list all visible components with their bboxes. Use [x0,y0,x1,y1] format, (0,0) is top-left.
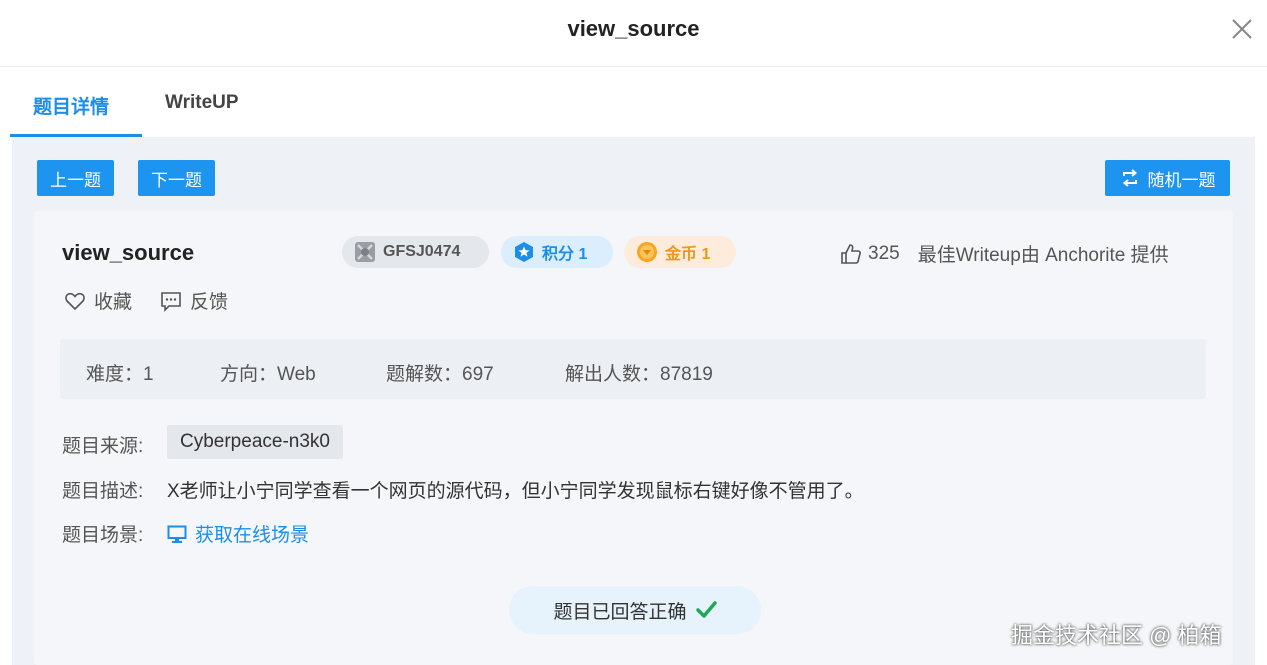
source-label: 题目来源: [62,436,144,457]
random-button-label: 随机一题 [1147,170,1216,190]
stat-difficulty: 难度：1 [86,364,154,385]
score-badge: 积分 1 [501,236,613,268]
modal-title: view_source [567,16,700,41]
heart-icon [65,292,85,310]
id-badge-icon [354,241,376,263]
challenge-id-badge: GFSJ0474 [342,236,489,268]
stat-direction: 方向：Web [220,364,316,385]
description-text: X老师让小宁同学查看一个网页的源代码，但小宁同学发现鼠标右键好像不管用了。 [167,481,864,502]
favorite-label: 收藏 [94,292,133,313]
feedback-button[interactable]: 反馈 [160,287,228,314]
star-badge-icon [513,241,535,263]
coin-badge: 金币 1 [624,236,736,268]
challenge-name: view_source [62,240,195,265]
score-label: 积分 1 [542,246,588,263]
tab-details[interactable]: 题目详情 [33,92,109,119]
shuffle-icon [1122,169,1137,187]
tab-writeup[interactable]: WriteUP [165,92,239,114]
close-button[interactable] [1227,14,1257,44]
monitor-icon [167,525,187,543]
feedback-label: 反馈 [190,292,229,313]
comment-icon [161,291,181,312]
close-icon [1232,19,1252,39]
source-tag[interactable]: Cyberpeace-n3k0 [167,425,343,459]
favorite-button[interactable]: 收藏 [64,287,132,314]
best-writeup-text: 最佳Writeup由 Anchorite 提供 [917,245,1169,266]
answered-status: 题目已回答正确 [509,586,761,634]
challenge-panel: 上一题 下一题 随机一题 view_source GFSJ0474 积分 1 金… [12,137,1255,665]
challenge-id: GFSJ0474 [383,243,461,260]
likes-count: 325 [868,242,900,264]
stats-bar: 难度：1 方向：Web 题解数：697 解出人数：87819 [60,339,1206,399]
coin-icon [636,241,658,263]
likes-info: 325 最佳Writeup由 Anchorite 提供 [840,240,1169,267]
stat-solvers: 解出人数：87819 [565,364,713,385]
stat-writeups: 题解数：697 [386,364,494,385]
get-scene-label: 获取在线场景 [195,525,310,546]
watermark: 掘金技术社区 @ 柏箱 [1011,623,1222,648]
next-button[interactable]: 下一题 [138,160,215,196]
coin-label: 金币 1 [665,246,711,263]
get-scene-link[interactable]: 获取在线场景 [167,520,309,547]
answered-text: 题目已回答正确 [553,601,687,623]
description-label: 题目描述: [62,481,144,502]
checkmark-icon [695,601,717,618]
thumbs-up-icon[interactable] [840,243,862,265]
prev-button[interactable]: 上一题 [37,160,114,196]
scene-label: 题目场景: [62,525,144,546]
random-button[interactable]: 随机一题 [1105,160,1230,196]
modal-header: view_source [0,0,1267,67]
challenge-card: view_source GFSJ0474 积分 1 金币 1 325 最佳Wri… [34,211,1233,665]
